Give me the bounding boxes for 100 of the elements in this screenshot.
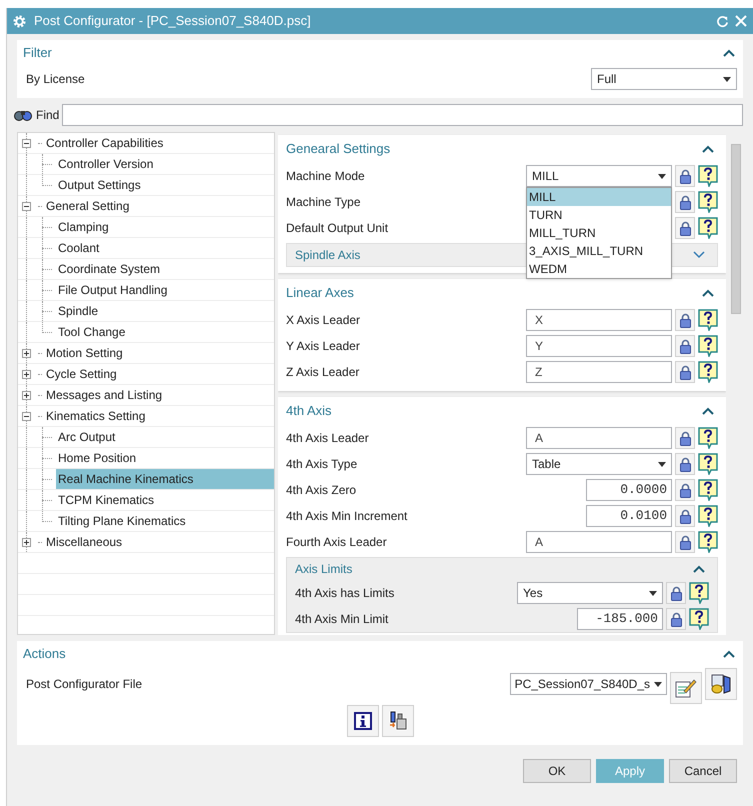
padlock-icon <box>680 534 690 550</box>
number-field[interactable]: 0.0000 <box>586 479 672 501</box>
help-icon[interactable] <box>698 531 718 553</box>
reset-icon[interactable] <box>716 14 729 28</box>
info-button[interactable] <box>346 705 378 737</box>
tree-item[interactable]: Real Machine Kinematics <box>56 469 274 489</box>
license-dropdown[interactable]: Full <box>591 68 737 90</box>
collapse-toggle[interactable] <box>22 202 31 211</box>
help-icon[interactable] <box>698 453 718 475</box>
lock-button[interactable] <box>675 505 695 527</box>
tree-item[interactable]: Spindle <box>56 301 274 321</box>
lock-button[interactable] <box>675 479 695 501</box>
lock-button[interactable] <box>666 582 686 604</box>
tree-item[interactable]: Kinematics Setting <box>44 406 274 426</box>
tree-item[interactable]: Coolant <box>56 238 274 258</box>
padlock-icon <box>680 430 690 446</box>
expand-toggle[interactable] <box>22 538 31 547</box>
help-icon[interactable] <box>698 191 718 213</box>
padlock-icon <box>680 312 690 328</box>
collapse-icon[interactable] <box>723 49 735 57</box>
lock-button[interactable] <box>675 531 695 553</box>
tree-item[interactable]: Tool Change <box>56 322 274 342</box>
help-icon[interactable] <box>698 309 718 331</box>
lock-button[interactable] <box>675 165 695 187</box>
menu-option[interactable]: WEDM <box>527 260 671 278</box>
expand-toggle[interactable] <box>22 370 31 379</box>
lock-button[interactable] <box>675 217 695 239</box>
tree-item[interactable]: Coordinate System <box>56 259 274 279</box>
tree-item[interactable]: Clamping <box>56 217 274 237</box>
expand-icon[interactable] <box>693 251 705 259</box>
padlock-icon <box>680 456 690 472</box>
padlock-icon <box>680 194 690 210</box>
collapse-icon[interactable] <box>723 650 735 658</box>
tree-item[interactable]: Output Settings <box>56 175 274 195</box>
dialog-button[interactable]: Cancel <box>669 759 737 783</box>
dropdown-field[interactable]: Table <box>526 453 672 475</box>
tree-item[interactable]: Messages and Listing <box>44 385 274 405</box>
lock-button[interactable] <box>675 191 695 213</box>
subsection-title: Axis Limits <box>295 561 352 578</box>
lock-button[interactable] <box>675 427 695 449</box>
tree-item[interactable]: Home Position <box>56 448 274 468</box>
tree-item[interactable]: Tilting Plane Kinematics <box>56 511 274 531</box>
menu-option[interactable]: 3_AXIS_MILL_TURN <box>527 242 671 260</box>
tree-item[interactable]: Arc Output <box>56 427 274 447</box>
section-title: Actions <box>23 645 66 664</box>
collapse-icon[interactable] <box>693 565 705 573</box>
collapse-toggle[interactable] <box>22 412 31 421</box>
tree-item[interactable]: Motion Setting <box>44 343 274 363</box>
help-icon[interactable] <box>698 427 718 449</box>
expand-toggle[interactable] <box>22 391 31 400</box>
tree-item[interactable]: General Setting <box>44 196 274 216</box>
help-icon[interactable] <box>698 165 718 187</box>
lock-button[interactable] <box>675 335 695 357</box>
collapse-icon[interactable] <box>702 289 714 297</box>
number-field[interactable]: 0.0100 <box>586 505 672 527</box>
tree-item[interactable]: Controller Capabilities <box>44 133 274 153</box>
field-label: 4th Axis Type <box>286 456 358 473</box>
edit-button[interactable] <box>670 672 702 704</box>
tree-item[interactable]: Miscellaneous <box>44 532 274 552</box>
field-label: Default Output Unit <box>286 220 390 237</box>
field-label: Post Configurator File <box>25 676 144 693</box>
help-icon[interactable] <box>698 479 718 501</box>
help-icon[interactable] <box>698 361 718 383</box>
lock-button[interactable] <box>675 453 695 475</box>
text-field[interactable]: Z <box>526 361 672 383</box>
collapse-icon[interactable] <box>702 145 714 153</box>
file-dropdown[interactable]: PC_Session07_S840D_s <box>510 673 667 695</box>
menu-option[interactable]: MILL <box>527 188 671 206</box>
padlock-icon <box>680 168 690 184</box>
tree-item[interactable]: Cycle Setting <box>44 364 274 384</box>
menu-option[interactable]: MILL_TURN <box>527 224 671 242</box>
collapse-icon[interactable] <box>702 407 714 415</box>
lock-button[interactable] <box>675 309 695 331</box>
close-icon[interactable] <box>735 15 747 27</box>
field-label: Y Axis Leader <box>286 338 361 355</box>
caret-icon <box>654 682 662 686</box>
help-icon[interactable] <box>698 217 718 239</box>
text-field[interactable]: X <box>526 309 672 331</box>
dialog-button[interactable]: OK <box>523 759 591 783</box>
help-icon[interactable] <box>689 608 709 630</box>
find-field[interactable] <box>62 104 743 126</box>
collapse-toggle[interactable] <box>22 139 31 148</box>
export-button[interactable] <box>705 668 737 700</box>
help-icon[interactable] <box>689 582 709 604</box>
text-field[interactable]: A <box>526 531 672 553</box>
tree-item[interactable]: File Output Handling <box>56 280 274 300</box>
lock-button[interactable] <box>675 361 695 383</box>
field-label: Z Axis Leader <box>286 364 360 381</box>
menu-option[interactable]: TURN <box>527 206 671 224</box>
machine-button[interactable] <box>382 705 414 737</box>
expand-toggle[interactable] <box>22 349 31 358</box>
tree-item[interactable]: TCPM Kinematics <box>56 490 274 510</box>
text-field[interactable]: A <box>526 427 672 449</box>
number-field[interactable]: -185.000 <box>577 608 663 630</box>
help-icon[interactable] <box>698 505 718 527</box>
tree-item[interactable]: Controller Version <box>56 154 274 174</box>
lock-button[interactable] <box>666 608 686 630</box>
dropdown-field[interactable]: Yes <box>517 582 663 604</box>
text-field[interactable]: Y <box>526 335 672 357</box>
help-icon[interactable] <box>698 335 718 357</box>
